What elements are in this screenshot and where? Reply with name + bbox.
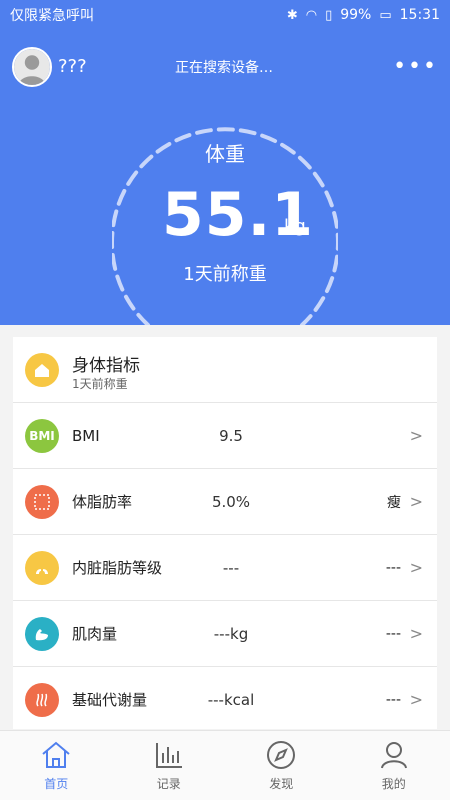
battery-level: 99% xyxy=(340,7,372,23)
user-icon xyxy=(14,49,50,85)
tab-records[interactable]: 记录 xyxy=(113,731,226,800)
metric-name: BMI xyxy=(72,426,100,445)
chevron-right-icon: > xyxy=(409,492,423,511)
tab-discover[interactable]: 发现 xyxy=(225,731,338,800)
metrics-header-row: 身体指标 1天前称重 xyxy=(13,337,437,403)
status-time: 15:31 xyxy=(399,7,440,23)
weighed-time: 1天前称重 xyxy=(183,264,267,285)
more-options-icon[interactable]: ••• xyxy=(393,54,438,79)
metric-row-body-fat[interactable]: 体脂肪率 5.0% 瘦 > xyxy=(13,469,437,535)
metric-value: 9.5 xyxy=(219,426,243,445)
metric-name: 肌肉量 xyxy=(72,625,118,643)
metric-row-visceral-fat[interactable]: 内脏脂肪等级 --- --- > xyxy=(13,535,437,601)
metric-row-muscle[interactable]: 肌肉量 ---kg --- > xyxy=(13,601,437,667)
metric-status: --- xyxy=(385,559,401,576)
weight-value: 55.1 xyxy=(162,180,315,250)
tab-records-label: 记录 xyxy=(156,777,181,791)
device-search-status: 正在搜索设备… xyxy=(175,60,273,76)
user-icon xyxy=(380,742,407,769)
wifi-icon: ◠ xyxy=(305,7,318,23)
weight-label: 体重 xyxy=(205,142,245,166)
tab-discover-label: 发现 xyxy=(269,777,294,791)
metric-name: 体脂肪率 xyxy=(72,493,133,511)
metric-status: --- xyxy=(385,691,401,708)
bluetooth-icon: ✱ xyxy=(286,7,298,23)
metrics-title: 身体指标 xyxy=(72,356,140,376)
chevron-right-icon: > xyxy=(409,624,423,643)
metric-value: --- xyxy=(222,558,240,577)
weight-header: ??? 正在搜索设备… ••• 体重 55.1 kg 1天前称重 xyxy=(0,30,450,325)
chevron-right-icon: > xyxy=(409,690,423,709)
battery-icon: ▯ xyxy=(325,7,333,23)
metric-value: ---kcal xyxy=(207,690,255,709)
metric-status: --- xyxy=(385,625,401,642)
metric-status: 瘦 xyxy=(387,494,401,511)
home-icon xyxy=(42,741,70,768)
tab-home[interactable]: 首页 xyxy=(0,731,113,800)
status-bar-left-text: 仅限紧急呼叫 xyxy=(10,8,94,24)
compass-icon xyxy=(267,741,296,769)
metrics-subtitle: 1天前称重 xyxy=(72,377,128,391)
chevron-right-icon: > xyxy=(409,426,423,445)
metric-row-metabolism[interactable]: 基础代谢量 ---kcal --- > xyxy=(13,667,437,729)
avatar[interactable] xyxy=(12,47,52,87)
chevron-right-icon: > xyxy=(409,558,423,577)
username: ??? xyxy=(58,56,87,77)
metric-name: 基础代谢量 xyxy=(72,691,148,709)
bottom-navigation: 首页 记录 发现 我的 xyxy=(0,730,450,800)
tab-profile-label: 我的 xyxy=(381,777,406,791)
battery-charging-icon: ▭ xyxy=(379,7,392,23)
metric-value: 5.0% xyxy=(211,492,251,511)
metabolism-icon xyxy=(25,682,59,717)
body-fat-icon xyxy=(25,484,59,519)
weight-unit: kg xyxy=(284,216,306,237)
metric-name: 内脏脂肪等级 xyxy=(72,559,163,577)
tab-home-label: 首页 xyxy=(44,777,69,791)
visceral-fat-icon xyxy=(25,550,59,585)
body-metrics-card: 身体指标 1天前称重 BMI BMI 9.5 > 体脂肪率 5.0% 瘦 > 内… xyxy=(13,337,437,729)
metric-value: ---kg xyxy=(213,624,249,643)
bar-chart-icon xyxy=(155,743,182,768)
bmi-icon: BMI xyxy=(25,418,59,453)
body-index-icon xyxy=(25,353,59,387)
metric-row-bmi[interactable]: BMI BMI 9.5 > xyxy=(13,403,437,469)
status-bar: 仅限紧急呼叫 ✱ ◠ ▯ 99% ▭ 15:31 xyxy=(0,0,450,30)
muscle-icon xyxy=(25,616,59,651)
tab-profile[interactable]: 我的 xyxy=(338,731,450,800)
